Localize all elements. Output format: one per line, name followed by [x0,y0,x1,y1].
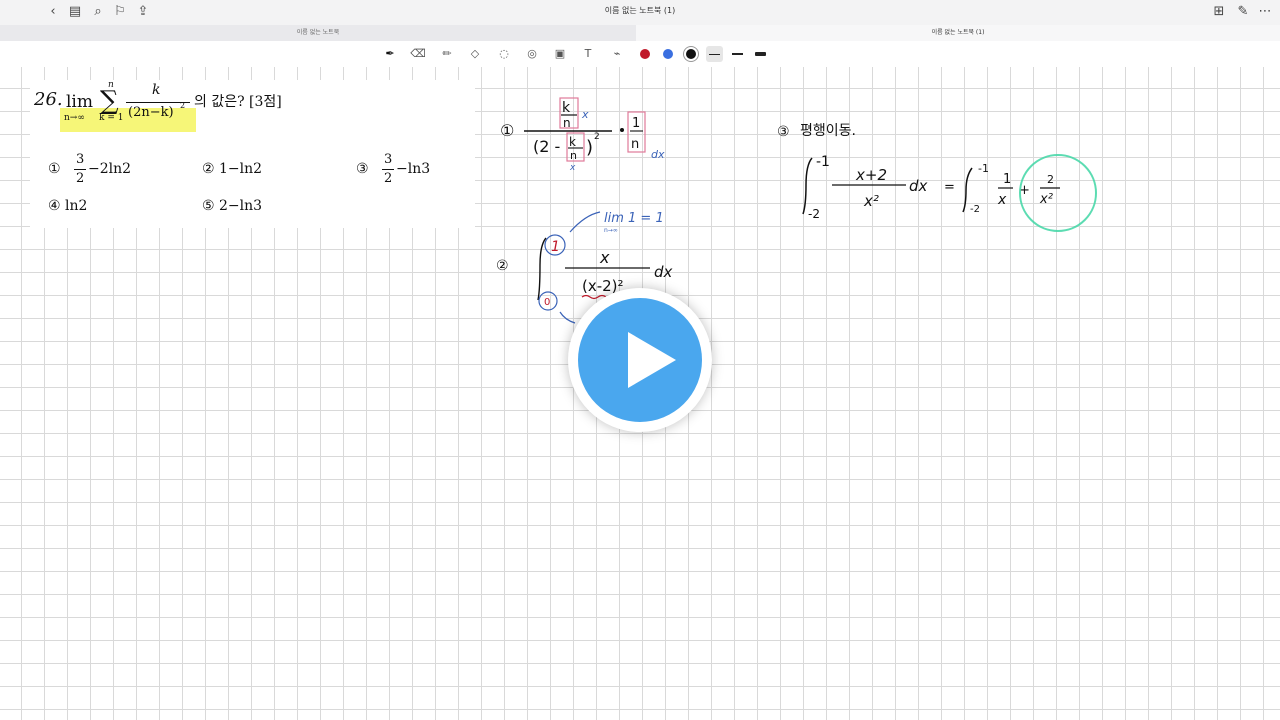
int-den: x² [863,192,879,210]
upper-limit: 1 [551,239,560,255]
int-lower: -2 [808,207,820,221]
int-num: x+2 [855,166,887,184]
step-3-label: 평행이동. [800,123,856,139]
arrow-lower [559,311,576,324]
lim-note: lim 1 = 1 [604,211,664,226]
k-top: k [562,100,571,116]
one-top: 1 [632,116,640,131]
lower-limit: 0 [544,297,550,308]
equals-sign: = [944,180,955,195]
x-note-top: x [581,108,589,121]
step-2-mark: ② [496,258,509,274]
pen-cursor-ring [1019,154,1097,232]
x-note-bottom: x [569,163,576,173]
video-play-button[interactable] [568,288,712,432]
rhs-term1-den: x [997,192,1007,208]
rhs-term2-den: x² [1039,192,1053,207]
arrow-to-lim [569,211,601,233]
times-dot [620,128,624,132]
step-1-square: 2 [594,132,600,142]
lim-note-sub: n→∞ [604,227,618,234]
int-dx: dx [909,177,928,195]
int-upper: -1 [816,154,830,170]
step-2-dx: dx [654,263,673,281]
rhs-term1-num: 1 [1003,172,1011,187]
n-1n: n [631,137,639,152]
play-button-circle [578,298,702,422]
step-3-work: ③ 평행이동. -1 -2 x+2 x² dx = -1 -2 1 x + 2 … [777,123,1097,232]
integral-sign-3 [802,157,813,215]
play-icon [628,332,676,388]
n-bottom: n [570,149,577,162]
dx-note: dx [651,148,665,161]
two-minus: (2 - [533,137,560,156]
rhs-upper: -1 [978,162,989,175]
k-bottom: k [569,135,576,149]
n-top: n [563,116,571,130]
integrand-num: x [599,248,610,267]
step-1-mark: ① [500,121,514,140]
rhs-lower: -2 [970,204,980,215]
close-paren: ) [586,137,593,158]
step-3-mark: ③ [777,124,790,140]
step-1-work: ① k n x (2 - k n ) 2 x 1 n dx [500,97,665,173]
rhs-term2-num: 2 [1047,173,1054,186]
